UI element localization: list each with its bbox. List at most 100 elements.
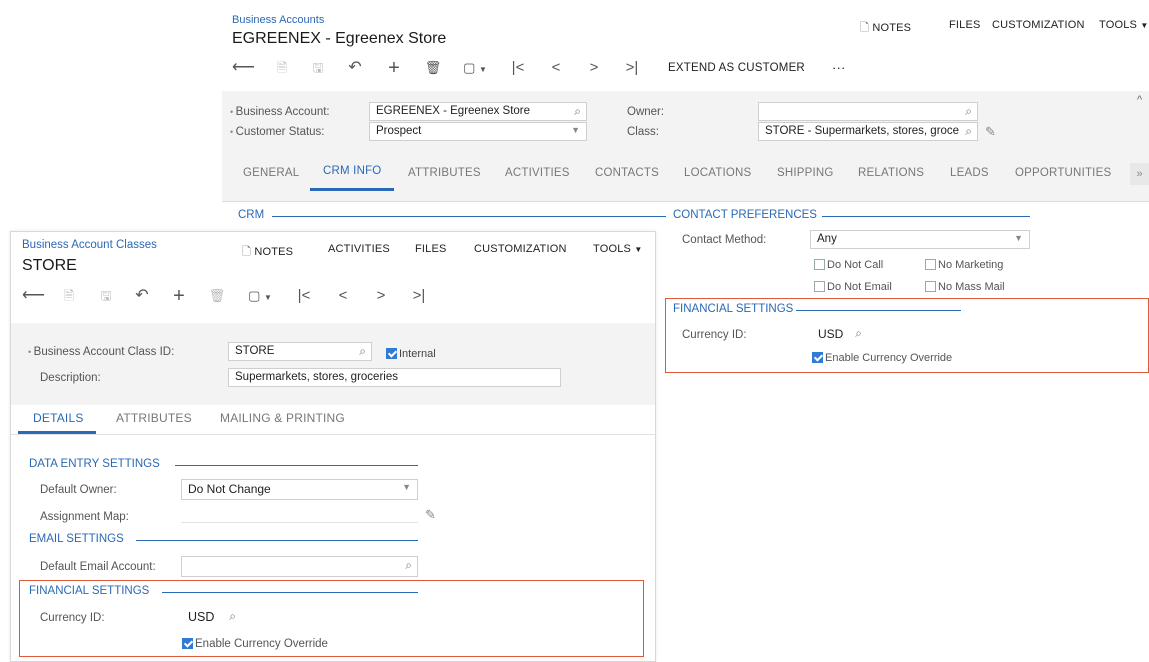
default-email-account-label: Default Email Account:: [40, 561, 156, 573]
next-icon[interactable]: >: [585, 58, 603, 78]
customer-status-select[interactable]: Prospect ▼: [369, 122, 587, 141]
notes-icon: 🗋: [242, 246, 252, 258]
no-mass-mail-checkbox[interactable]: No Mass Mail: [925, 279, 1005, 293]
prev-icon[interactable]: <: [334, 286, 352, 306]
first-icon[interactable]: |<: [509, 58, 527, 78]
more-menu-button[interactable]: ···: [832, 60, 846, 75]
enable-currency-override-checkbox[interactable]: Enable Currency Override: [182, 636, 328, 650]
search-icon[interactable]: ⌕: [405, 558, 412, 573]
plus-icon[interactable]: +: [170, 286, 188, 306]
tab-locations[interactable]: LOCATIONS: [684, 167, 751, 179]
pencil-icon[interactable]: ✎: [985, 124, 996, 140]
dropdown-icon: ▼: [634, 245, 643, 254]
owner-field[interactable]: ⌕: [758, 102, 978, 121]
back-arrow-icon[interactable]: ⟵: [232, 58, 255, 78]
search-icon[interactable]: ⌕: [965, 124, 972, 139]
email-settings-title: EMAIL SETTINGS: [29, 533, 124, 545]
default-owner-label: Default Owner:: [40, 484, 117, 496]
no-marketing-checkbox[interactable]: No Marketing: [925, 257, 1003, 271]
search-icon[interactable]: ⌕: [855, 326, 862, 341]
tab-crm-info[interactable]: CRM INFO: [323, 165, 381, 177]
summary-panel: [11, 323, 655, 405]
tab-details[interactable]: DETAILS: [33, 411, 84, 425]
notes-button[interactable]: 🗋 NOTES: [860, 19, 911, 38]
assignment-map-field[interactable]: [181, 522, 418, 523]
do-not-call-checkbox[interactable]: Do Not Call: [814, 257, 883, 271]
trash-icon[interactable]: 🗑: [424, 58, 442, 78]
contact-method-select[interactable]: Any ▼: [810, 230, 1030, 249]
financial-settings-title: FINANCIAL SETTINGS: [29, 585, 150, 597]
trash-icon[interactable]: 🗑: [208, 286, 226, 306]
search-icon[interactable]: ⌕: [965, 104, 972, 119]
description-field[interactable]: Supermarkets, stores, groceries: [228, 368, 561, 387]
undo-icon[interactable]: ↶: [346, 58, 364, 78]
next-icon[interactable]: >: [372, 286, 390, 306]
tools-menu[interactable]: TOOLS ▼: [1099, 19, 1148, 31]
more-tabs-icon[interactable]: »: [1130, 163, 1149, 185]
dropdown-icon: ▼: [1140, 21, 1149, 30]
page-title: EGREENEX - Egreenex Store: [232, 30, 447, 47]
default-email-account-field[interactable]: ⌕: [181, 556, 418, 577]
save-close-icon[interactable]: 🗎: [273, 58, 291, 78]
tab-relations[interactable]: RELATIONS: [858, 167, 924, 179]
currency-id-field[interactable]: USD ⌕: [812, 325, 864, 344]
breadcrumb[interactable]: Business Accounts: [232, 14, 324, 26]
first-icon[interactable]: |<: [295, 286, 313, 306]
tab-attributes[interactable]: ATTRIBUTES: [408, 167, 481, 179]
class-field[interactable]: STORE - Supermarkets, stores, groce ⌕: [758, 122, 978, 141]
do-not-email-checkbox[interactable]: Do Not Email: [814, 279, 892, 293]
dropdown-icon: ▼: [1014, 233, 1023, 243]
extend-as-customer-button[interactable]: EXTEND AS CUSTOMER: [668, 62, 805, 74]
tab-opportunities[interactable]: OPPORTUNITIES: [1015, 167, 1111, 179]
copy-icon[interactable]: ▢ ▼: [245, 286, 275, 308]
save-icon[interactable]: 🖫: [97, 286, 115, 306]
collapse-icon[interactable]: ^: [1137, 94, 1142, 106]
copy-icon[interactable]: ▢ ▼: [460, 58, 490, 80]
last-icon[interactable]: >|: [623, 58, 641, 78]
pencil-icon[interactable]: ✎: [425, 507, 436, 523]
search-icon[interactable]: ⌕: [229, 609, 236, 624]
tab-attributes[interactable]: ATTRIBUTES: [116, 411, 192, 425]
last-icon[interactable]: >|: [410, 286, 428, 306]
internal-checkbox[interactable]: Internal: [386, 346, 436, 360]
default-owner-select[interactable]: Do Not Change ▼: [181, 479, 418, 500]
business-account-field[interactable]: EGREENEX - Egreenex Store ⌕: [369, 102, 587, 121]
tab-mailing-printing[interactable]: MAILING & PRINTING: [220, 411, 345, 425]
notes-button[interactable]: 🗋 NOTES: [242, 243, 293, 262]
files-button[interactable]: FILES: [949, 19, 981, 31]
tab-contacts[interactable]: CONTACTS: [595, 167, 659, 179]
save-close-icon[interactable]: 🗎: [60, 286, 78, 306]
customization-button[interactable]: CUSTOMIZATION: [992, 19, 1085, 31]
undo-icon[interactable]: ↶: [133, 286, 151, 306]
currency-id-label: Currency ID:: [40, 612, 105, 624]
currency-id-label: Currency ID:: [682, 329, 747, 341]
description-label: Description:: [40, 372, 101, 384]
customer-status-label: Customer Status:: [230, 126, 325, 138]
data-entry-settings-title: DATA ENTRY SETTINGS: [29, 458, 160, 470]
tab-activities[interactable]: ACTIVITIES: [505, 167, 570, 179]
files-button[interactable]: FILES: [415, 243, 447, 255]
currency-id-field[interactable]: USD ⌕: [182, 608, 242, 627]
plus-icon[interactable]: +: [385, 58, 403, 78]
save-icon[interactable]: 🖫: [309, 58, 327, 78]
contact-method-label: Contact Method:: [682, 234, 767, 246]
tab-leads[interactable]: LEADS: [950, 167, 989, 179]
divider: [222, 201, 1149, 202]
page-title: STORE: [22, 257, 77, 274]
activities-button[interactable]: ACTIVITIES: [328, 243, 390, 255]
financial-settings-title: FINANCIAL SETTINGS: [673, 303, 794, 315]
tools-menu[interactable]: TOOLS ▼: [593, 243, 642, 255]
enable-currency-override-checkbox[interactable]: Enable Currency Override: [812, 350, 952, 364]
search-icon[interactable]: ⌕: [359, 344, 366, 359]
tab-shipping[interactable]: SHIPPING: [777, 167, 834, 179]
prev-icon[interactable]: <: [547, 58, 565, 78]
back-arrow-icon[interactable]: ⟵: [22, 286, 45, 306]
class-id-field[interactable]: STORE ⌕: [228, 342, 372, 361]
search-icon[interactable]: ⌕: [574, 104, 581, 119]
crm-section-title: CRM: [238, 209, 265, 221]
class-id-label: Business Account Class ID:: [28, 346, 175, 358]
customization-button[interactable]: CUSTOMIZATION: [474, 243, 567, 255]
breadcrumb[interactable]: Business Account Classes: [22, 239, 157, 251]
class-label: Class:: [627, 126, 659, 138]
tab-general[interactable]: GENERAL: [243, 167, 299, 179]
